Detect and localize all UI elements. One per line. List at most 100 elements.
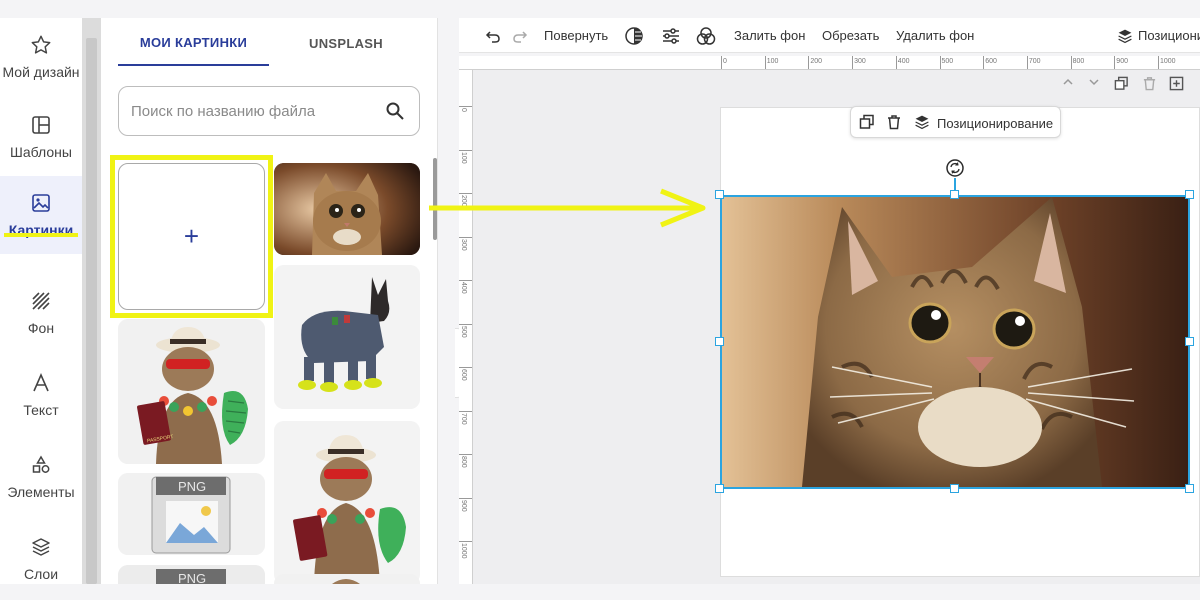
nav-label: Фон	[27, 320, 55, 336]
contrast-icon	[625, 26, 643, 45]
chevron-up-icon	[1063, 78, 1073, 85]
upload-image-button[interactable]: +	[118, 163, 265, 310]
resize-handle-top-left[interactable]	[715, 190, 724, 199]
ruler-label: 600	[460, 369, 467, 381]
ruler-label: 900	[1116, 58, 1128, 65]
ruler-tick	[459, 149, 472, 151]
search-icon[interactable]	[385, 101, 405, 121]
nav-item-text[interactable]: Текст	[0, 356, 82, 434]
contrast-button[interactable]	[624, 18, 644, 53]
ruler-tick	[1026, 56, 1028, 69]
resize-handle-bottom[interactable]	[950, 484, 959, 493]
nav-item-my-design[interactable]: Мой дизайн	[0, 18, 82, 96]
move-up-button[interactable]	[1062, 76, 1074, 91]
ruler-tick	[459, 410, 472, 412]
ruler-label: 700	[1028, 58, 1041, 65]
add-page-button[interactable]	[1169, 76, 1184, 94]
nav-scrollbar[interactable]	[82, 18, 101, 584]
ruler-tick	[808, 56, 810, 69]
cat-photo-image	[274, 163, 420, 255]
ruler-label: 0	[460, 108, 467, 112]
filters-button[interactable]	[696, 18, 716, 53]
rotate-button[interactable]: Повернуть	[544, 18, 608, 53]
png-file-icon: PNG	[118, 565, 265, 584]
chevron-down-icon	[1089, 79, 1099, 86]
nav-label: Текст	[23, 402, 59, 418]
resize-handle-top-right[interactable]	[1185, 190, 1194, 199]
tab-my-images[interactable]: МОИ КАРТИНКИ	[118, 20, 269, 66]
duplicate-element-button[interactable]	[859, 114, 877, 132]
layers-icon	[1118, 29, 1132, 43]
ruler-tick	[721, 56, 722, 69]
ruler-label: 100	[460, 151, 467, 164]
image-thumb-dog[interactable]	[274, 265, 420, 409]
ruler-label: 500	[941, 58, 954, 65]
trash-icon	[1143, 77, 1156, 91]
redo-icon	[513, 30, 528, 43]
image-thumb-partial[interactable]	[274, 574, 420, 584]
ruler-tick	[939, 56, 941, 69]
positioning-button[interactable]: Позициони	[1117, 18, 1200, 53]
ruler-tick	[459, 367, 472, 368]
ruler-label: 1000	[460, 543, 467, 559]
positioning-label: Позициони	[1138, 28, 1200, 43]
nav-item-background[interactable]: Фон	[0, 274, 82, 352]
duplicate-button[interactable]	[1114, 76, 1129, 94]
image-thumb-cat-passport-2[interactable]	[274, 421, 420, 584]
duplicate-icon	[1114, 76, 1128, 90]
crop-button[interactable]: Обрезать	[822, 18, 879, 53]
redo-button[interactable]	[512, 18, 528, 53]
ruler-tick	[983, 56, 985, 69]
rotate-handle-icon[interactable]	[945, 158, 965, 178]
ruler-label: 700	[460, 412, 467, 425]
nav-item-elements[interactable]: Элементы	[0, 438, 82, 516]
adjust-button[interactable]	[661, 18, 681, 53]
ruler-tick	[459, 236, 472, 238]
delete-element-button[interactable]	[886, 114, 904, 132]
ruler-label: 1000	[1160, 58, 1176, 65]
undo-button[interactable]	[485, 18, 501, 53]
image-thumb-cat-passport[interactable]: PASSPORT	[118, 319, 265, 464]
search-box	[118, 86, 420, 136]
ruler-tick	[459, 454, 472, 455]
resize-handle-bottom-right[interactable]	[1185, 484, 1194, 493]
nav-item-templates[interactable]: Шаблоны	[0, 98, 82, 176]
image-thumb-png-icon-2[interactable]: PNG	[118, 565, 265, 584]
star-icon	[30, 34, 52, 56]
ruler-tick	[1158, 56, 1159, 69]
ruler-tick	[459, 323, 472, 325]
fill-background-button[interactable]: Залить фон	[734, 18, 805, 53]
cat-photo-image	[722, 197, 1188, 487]
trash-icon	[888, 115, 900, 130]
nav-scrollbar-thumb[interactable]	[86, 38, 97, 584]
nav-label: Элементы	[7, 484, 75, 500]
text-icon	[30, 372, 52, 394]
active-nav-highlight	[4, 233, 78, 237]
resize-handle-bottom-left[interactable]	[715, 484, 724, 493]
positioning-element-label[interactable]: Позиционирование	[937, 107, 1053, 139]
tab-unsplash[interactable]: UNSPLASH	[291, 20, 401, 66]
resize-handle-right[interactable]	[1185, 337, 1194, 346]
search-input[interactable]	[131, 87, 371, 135]
delete-button[interactable]	[1142, 76, 1157, 94]
ruler-tick	[852, 56, 854, 69]
remove-background-button[interactable]: Удалить фон	[896, 18, 974, 53]
shapes-icon	[30, 454, 52, 476]
plus-square-icon	[1169, 76, 1184, 91]
nav-item-images[interactable]: Картинки	[0, 176, 82, 254]
ruler-tick	[764, 56, 766, 69]
positioning-element-button[interactable]	[914, 114, 932, 132]
move-down-button[interactable]	[1088, 76, 1100, 91]
background-hatch-icon	[30, 290, 52, 312]
image-thumb-cat[interactable]	[274, 163, 420, 255]
ruler-label: 400	[460, 282, 467, 294]
resize-handle-left[interactable]	[715, 337, 724, 346]
layers-icon	[915, 115, 929, 130]
ruler-tick	[459, 497, 472, 499]
ruler-label: 900	[460, 499, 467, 512]
image-thumb-png-icon[interactable]: PNG	[118, 473, 265, 555]
resize-handle-top[interactable]	[950, 190, 959, 199]
filters-circles-icon	[696, 26, 716, 45]
ruler-tick	[459, 106, 472, 107]
selected-image[interactable]	[720, 195, 1190, 489]
